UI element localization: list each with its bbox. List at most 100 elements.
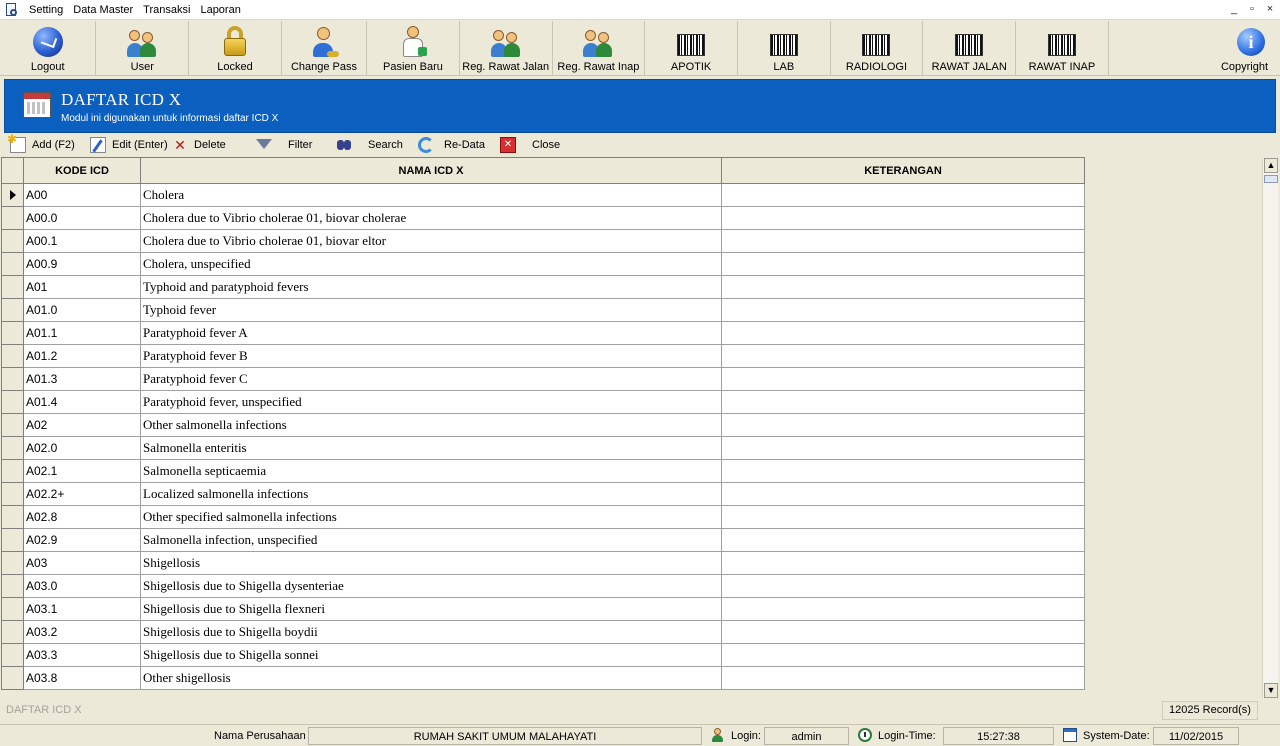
row-indicator[interactable]: [1, 275, 24, 299]
table-row[interactable]: A01.3 Paratyphoid fever C: [1, 367, 1085, 391]
redata-button[interactable]: Re-Data: [418, 135, 500, 155]
cell-kode-icd[interactable]: A01.2: [23, 344, 141, 368]
cell-kode-icd[interactable]: A02: [23, 413, 141, 437]
table-row[interactable]: A03.3 Shigellosis due to Shigella sonnei: [1, 643, 1085, 667]
cell-keterangan[interactable]: [721, 528, 1085, 552]
cell-keterangan[interactable]: [721, 574, 1085, 598]
scroll-up-arrow-icon[interactable]: ▲: [1264, 158, 1278, 173]
menu-transaksi[interactable]: Transaksi: [138, 0, 195, 20]
table-row[interactable]: A03.8 Other shigellosis: [1, 666, 1085, 690]
row-indicator[interactable]: [1, 459, 24, 483]
cell-keterangan[interactable]: [721, 643, 1085, 667]
cell-nama-icd[interactable]: Shigellosis due to Shigella boydii: [140, 620, 722, 644]
copyright-button[interactable]: i Copyright: [1109, 21, 1280, 76]
logout-button[interactable]: Logout: [0, 21, 97, 76]
locked-button[interactable]: Locked: [189, 21, 282, 76]
table-row[interactable]: A03.2 Shigellosis due to Shigella boydii: [1, 620, 1085, 644]
vertical-scrollbar[interactable]: ▲ ▼: [1262, 158, 1278, 698]
reg-rawat-inap-button[interactable]: Reg. Rawat Inap: [553, 21, 646, 76]
cell-kode-icd[interactable]: A01: [23, 275, 141, 299]
apotik-button[interactable]: APOTIK: [645, 21, 738, 76]
rawat-inap-button[interactable]: RAWAT INAP: [1016, 21, 1109, 76]
cell-nama-icd[interactable]: Typhoid fever: [140, 298, 722, 322]
cell-kode-icd[interactable]: A03.8: [23, 666, 141, 690]
row-indicator[interactable]: [1, 551, 24, 575]
table-row[interactable]: A00 Cholera: [1, 183, 1085, 207]
cell-keterangan[interactable]: [721, 597, 1085, 621]
lab-button[interactable]: LAB: [738, 21, 831, 76]
cell-nama-icd[interactable]: Cholera, unspecified: [140, 252, 722, 276]
change-pass-button[interactable]: Change Pass: [282, 21, 368, 76]
column-header-kode-icd[interactable]: KODE ICD: [23, 157, 141, 184]
row-indicator[interactable]: [1, 620, 24, 644]
user-button[interactable]: User: [96, 21, 190, 76]
restore-button[interactable]: ▫: [1244, 2, 1260, 17]
table-row[interactable]: A03.1 Shigellosis due to Shigella flexner…: [1, 597, 1085, 621]
cell-keterangan[interactable]: [721, 344, 1085, 368]
cell-keterangan[interactable]: [721, 367, 1085, 391]
cell-kode-icd[interactable]: A02.2+: [23, 482, 141, 506]
cell-nama-icd[interactable]: Other salmonella infections: [140, 413, 722, 437]
cell-nama-icd[interactable]: Shigellosis due to Shigella dysenteriae: [140, 574, 722, 598]
table-row[interactable]: A02.0 Salmonella enteritis: [1, 436, 1085, 460]
cell-nama-icd[interactable]: Shigellosis due to Shigella flexneri: [140, 597, 722, 621]
cell-nama-icd[interactable]: Localized salmonella infections: [140, 482, 722, 506]
row-indicator[interactable]: [1, 643, 24, 667]
cell-nama-icd[interactable]: Shigellosis due to Shigella sonnei: [140, 643, 722, 667]
scroll-down-arrow-icon[interactable]: ▼: [1264, 683, 1278, 698]
row-indicator[interactable]: [1, 666, 24, 690]
cell-nama-icd[interactable]: Paratyphoid fever B: [140, 344, 722, 368]
cell-kode-icd[interactable]: A03.3: [23, 643, 141, 667]
row-indicator[interactable]: [1, 505, 24, 529]
edit-button[interactable]: Edit (Enter): [90, 135, 172, 155]
cell-keterangan[interactable]: [721, 206, 1085, 230]
row-indicator[interactable]: [1, 298, 24, 322]
cell-keterangan[interactable]: [721, 551, 1085, 575]
table-row[interactable]: A00.0 Cholera due to Vibrio cholerae 01, …: [1, 206, 1085, 230]
cell-kode-icd[interactable]: A02.8: [23, 505, 141, 529]
menu-setting[interactable]: Setting: [24, 0, 68, 20]
menu-laporan[interactable]: Laporan: [195, 0, 245, 20]
reg-rawat-jalan-button[interactable]: Reg. Rawat Jalan: [460, 21, 553, 76]
cell-keterangan[interactable]: [721, 229, 1085, 253]
minimize-button[interactable]: _: [1226, 2, 1242, 17]
cell-kode-icd[interactable]: A02.9: [23, 528, 141, 552]
row-indicator[interactable]: [1, 206, 24, 230]
cell-kode-icd[interactable]: A03.2: [23, 620, 141, 644]
row-indicator[interactable]: [1, 482, 24, 506]
cell-kode-icd[interactable]: A00.9: [23, 252, 141, 276]
cell-nama-icd[interactable]: Shigellosis: [140, 551, 722, 575]
cell-nama-icd[interactable]: Salmonella enteritis: [140, 436, 722, 460]
cell-kode-icd[interactable]: A00.1: [23, 229, 141, 253]
table-row[interactable]: A01.0 Typhoid fever: [1, 298, 1085, 322]
cell-nama-icd[interactable]: Cholera due to Vibrio cholerae 01, biova…: [140, 206, 722, 230]
table-row[interactable]: A01 Typhoid and paratyphoid fevers: [1, 275, 1085, 299]
radiologi-button[interactable]: RADIOLOGI: [831, 21, 924, 76]
row-indicator[interactable]: [1, 321, 24, 345]
icd-grid[interactable]: KODE ICD NAMA ICD X KETERANGAN A00 Choler…: [0, 157, 1260, 697]
cell-keterangan[interactable]: [721, 459, 1085, 483]
table-row[interactable]: A02.8 Other specified salmonella infectio…: [1, 505, 1085, 529]
row-indicator[interactable]: [1, 597, 24, 621]
cell-nama-icd[interactable]: Typhoid and paratyphoid fevers: [140, 275, 722, 299]
cell-keterangan[interactable]: [721, 321, 1085, 345]
table-row[interactable]: A02.9 Salmonella infection, unspecified: [1, 528, 1085, 552]
cell-keterangan[interactable]: [721, 436, 1085, 460]
cell-kode-icd[interactable]: A02.1: [23, 459, 141, 483]
table-row[interactable]: A01.4 Paratyphoid fever, unspecified: [1, 390, 1085, 414]
table-row[interactable]: A01.2 Paratyphoid fever B: [1, 344, 1085, 368]
cell-kode-icd[interactable]: A02.0: [23, 436, 141, 460]
row-indicator[interactable]: [1, 390, 24, 414]
cell-kode-icd[interactable]: A03: [23, 551, 141, 575]
cell-keterangan[interactable]: [721, 390, 1085, 414]
close-button[interactable]: ✕ Close: [500, 135, 570, 155]
column-header-keterangan[interactable]: KETERANGAN: [721, 157, 1085, 184]
cell-kode-icd[interactable]: A01.1: [23, 321, 141, 345]
column-header-nama-icd[interactable]: NAMA ICD X: [140, 157, 722, 184]
filter-button[interactable]: Filter: [256, 135, 336, 155]
cell-keterangan[interactable]: [721, 298, 1085, 322]
cell-kode-icd[interactable]: A03.0: [23, 574, 141, 598]
current-row-indicator[interactable]: [1, 183, 24, 207]
row-indicator[interactable]: [1, 229, 24, 253]
cell-nama-icd[interactable]: Paratyphoid fever, unspecified: [140, 390, 722, 414]
